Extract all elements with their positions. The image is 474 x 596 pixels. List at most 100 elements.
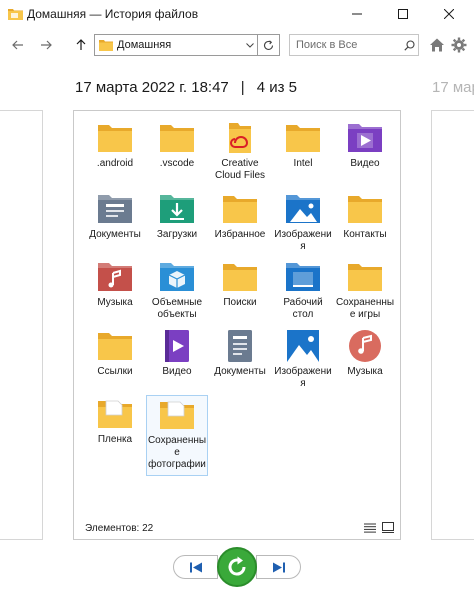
refresh-icon xyxy=(263,39,274,50)
file-history-app-icon xyxy=(8,9,23,20)
folder-icon xyxy=(346,260,384,294)
3d-objects-folder-icon xyxy=(158,260,196,294)
file-item[interactable]: Изображения xyxy=(272,329,334,390)
documents-folder-icon xyxy=(96,192,134,226)
video-library-icon xyxy=(158,329,196,363)
file-item[interactable]: Документы xyxy=(84,192,146,241)
file-item[interactable]: Изображения xyxy=(272,192,334,253)
address-bar[interactable]: Домашняя xyxy=(94,34,280,56)
title-bar: Домашняя — История файлов xyxy=(0,0,474,28)
restore-button[interactable] xyxy=(217,547,257,587)
file-item[interactable]: Intel xyxy=(272,121,334,170)
file-item[interactable]: Сохраненные фотографии xyxy=(146,395,208,476)
file-item[interactable]: Сохраненные игры xyxy=(334,260,396,321)
forward-button[interactable] xyxy=(35,34,57,56)
file-item[interactable]: Видео xyxy=(334,121,396,170)
previous-version-button[interactable] xyxy=(173,555,218,579)
file-item-label: Intel xyxy=(293,158,313,169)
file-item-label: Документы xyxy=(89,229,141,240)
file-item[interactable]: Контакты xyxy=(334,192,396,241)
file-item[interactable]: Избранное xyxy=(209,192,271,241)
backup-contents-panel: .android .vscode Creative Cloud Files Intel… xyxy=(73,110,401,540)
file-item[interactable]: Поиски xyxy=(209,260,271,309)
file-item[interactable]: Музыка xyxy=(334,329,396,378)
folder-document-icon xyxy=(96,397,134,431)
previous-backup-panel[interactable] xyxy=(0,110,43,540)
up-button[interactable] xyxy=(70,34,92,56)
file-item-label: Музыка xyxy=(347,366,383,377)
backup-date: 17 марта 2022 г. 18:47 xyxy=(75,79,229,96)
header-separator: | xyxy=(240,79,245,96)
file-item-label: Документы xyxy=(214,366,266,377)
details-view-icon[interactable] xyxy=(364,523,376,533)
documents-library-icon xyxy=(221,329,259,363)
videos-folder-icon xyxy=(346,121,384,155)
next-backup-panel[interactable] xyxy=(431,110,474,540)
file-item[interactable]: Загрузки xyxy=(146,192,208,241)
file-item-label: Поиски xyxy=(223,297,257,308)
restore-icon xyxy=(228,556,246,576)
music-library-icon xyxy=(346,329,384,363)
file-item-label: Изображения xyxy=(274,229,332,252)
file-item[interactable]: .android xyxy=(84,121,146,170)
skip-next-icon xyxy=(272,562,285,572)
backup-position: 4 из 5 xyxy=(256,79,297,96)
address-text: Домашняя xyxy=(117,39,172,51)
desktop-folder-icon xyxy=(284,260,322,294)
search-box[interactable]: Поиск в Все xyxy=(289,34,419,56)
file-item[interactable]: Пленка xyxy=(84,397,146,446)
large-icons-view-icon[interactable] xyxy=(382,522,394,533)
file-item[interactable]: Документы xyxy=(209,329,271,378)
file-item-label: Пленка xyxy=(97,434,133,445)
home-icon[interactable] xyxy=(429,37,445,53)
downloads-folder-icon xyxy=(158,192,196,226)
file-item[interactable]: Музыка xyxy=(84,260,146,309)
file-item-label: Музыка xyxy=(97,297,133,308)
maximize-button[interactable] xyxy=(380,0,426,28)
window-title: Домашняя — История файлов xyxy=(27,7,199,21)
file-item-label: Сохраненные игры xyxy=(335,297,395,320)
file-item-label: Creative Cloud Files xyxy=(214,158,266,181)
item-count: Элементов: 22 xyxy=(85,523,154,534)
folder-icon xyxy=(96,329,134,363)
close-icon xyxy=(444,9,454,19)
back-button[interactable] xyxy=(7,34,29,56)
search-icon[interactable] xyxy=(400,36,418,54)
file-item[interactable]: .vscode xyxy=(146,121,208,170)
backup-date-header: 17 марта 2022 г. 18:47 | 4 из 5 xyxy=(75,79,297,96)
pictures-library-icon xyxy=(284,329,322,363)
folder-icon xyxy=(99,40,113,51)
folder-icon xyxy=(221,260,259,294)
close-button[interactable] xyxy=(426,0,472,28)
arrow-up-icon xyxy=(76,39,86,50)
refresh-button[interactable] xyxy=(257,35,279,55)
folder-icon xyxy=(221,192,259,226)
file-item[interactable]: Рабочий стол xyxy=(272,260,334,321)
arrow-left-icon xyxy=(12,40,23,50)
file-item-label: Объемные объекты xyxy=(151,297,203,320)
file-item[interactable]: Creative Cloud Files xyxy=(209,121,271,182)
folder-icon xyxy=(158,121,196,155)
file-item[interactable]: Видео xyxy=(146,329,208,378)
file-item-label: .vscode xyxy=(159,158,195,169)
file-item-label: Сохраненные фотографии xyxy=(147,435,207,470)
file-item-label: Ссылки xyxy=(97,366,133,377)
file-item-label: Контакты xyxy=(343,229,387,240)
file-item-label: Рабочий стол xyxy=(283,297,323,320)
navigation-bar: Домашняя Поиск в Все xyxy=(0,28,474,62)
minimize-button[interactable] xyxy=(334,0,380,28)
file-item[interactable]: Объемные объекты xyxy=(146,260,208,321)
next-backup-date-partial: 17 марта xyxy=(432,79,474,96)
file-item-label: Избранное xyxy=(214,229,266,240)
music-folder-icon xyxy=(96,260,134,294)
gear-icon[interactable] xyxy=(451,37,467,53)
folder-document-icon xyxy=(158,398,196,432)
file-item-label: Видео xyxy=(162,366,192,377)
next-version-button[interactable] xyxy=(256,555,301,579)
address-dropdown-button[interactable] xyxy=(243,35,257,55)
search-input[interactable]: Поиск в Все xyxy=(296,39,400,51)
pictures-folder-icon xyxy=(284,192,322,226)
file-item[interactable]: Ссылки xyxy=(84,329,146,378)
creative-cloud-folder-icon xyxy=(221,121,259,155)
arrow-right-icon xyxy=(41,40,52,50)
